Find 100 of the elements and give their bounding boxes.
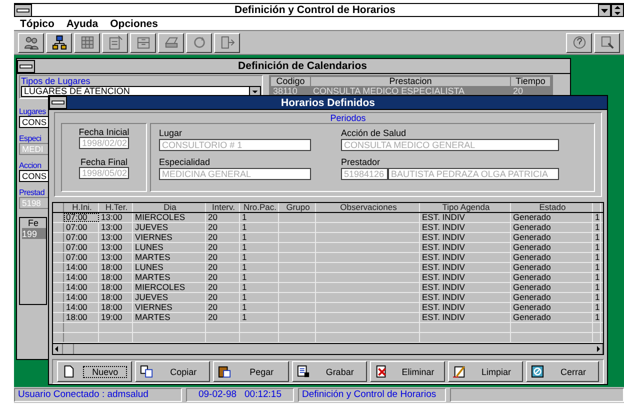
table-cell: 14:00 [64,273,99,282]
table-cell: 18:00 [99,263,133,272]
toolbar-button[interactable] [158,32,184,52]
system-menu-icon[interactable] [14,4,32,16]
table-cell: EST. INDIV [420,263,511,272]
refresh-icon [192,35,206,50]
field-label: Accion [19,161,42,170]
pencil-icon [453,365,466,378]
table-cell: Generado [511,263,593,272]
table-cell: EST. INDIV [420,293,511,302]
action-button[interactable]: Copiar [135,361,210,382]
table-cell: 19:00 [99,313,133,322]
action-button[interactable]: Grabar [292,361,367,382]
toolbar-button[interactable] [46,32,72,52]
table-cell: EST. INDIV [420,273,511,282]
document-icon [108,35,122,50]
table-cell: 20 [206,283,240,292]
window-title: Definición de Calendarios [237,60,368,72]
column-header: Dia [133,203,206,212]
action-button[interactable]: Eliminar [370,361,446,382]
table-cell: 1 [593,303,601,312]
column-header: Grupo [279,203,316,212]
action-button[interactable]: Nuevo [57,361,132,382]
status-text: Definición y Control de Horarios [298,388,446,402]
table-cell: 07:00 [64,253,99,262]
table-cell: Generado [511,303,593,312]
field-label: Fecha Final [80,157,128,167]
copy-icon [140,365,154,378]
group-label: Periodos [330,113,366,123]
network-icon [52,35,66,50]
toolbar-button[interactable] [18,32,44,52]
table-cell: LUNES [133,243,206,252]
toolbar-button[interactable] [130,32,156,52]
table-cell: EST. INDIV [420,303,511,312]
table-cell: 199 [22,229,46,239]
restore-icon[interactable] [611,4,624,16]
table-cell: 13:00 [99,223,133,232]
table-cell: EST. INDIV [420,253,511,262]
table-cell: 18:00 [64,313,99,322]
action-button[interactable]: Limpiar [448,361,524,382]
field-label: Tipos de Lugares [21,77,92,86]
field-label: Acción de Salud [341,128,408,138]
toolbar-button[interactable] [214,32,240,52]
table-cell: JUEVES [133,223,206,232]
table-cell: EST. INDIV [420,243,511,252]
document-icon [62,365,75,378]
table-cell: 18:00 [99,293,133,302]
table-cell: MIERCOLES [133,283,206,292]
horizontal-scrollbar[interactable] [53,343,603,354]
printer-icon [164,35,178,50]
table-cell: MIERCOLES [133,213,206,222]
table-cell: Generado [511,293,593,302]
toolbar-button[interactable] [102,32,128,52]
tool-icon [600,35,614,50]
table-cell: 1 [240,283,279,292]
table-cell: 14:00 [64,283,99,292]
table-cell: Generado [511,243,593,252]
field-label: Especi [19,134,42,143]
window-title: Horarios Definidos [281,96,376,108]
toolbar-button[interactable] [74,32,100,52]
table-cell: 18:00 [99,303,133,312]
exit-icon [220,35,234,50]
action-button[interactable]: Pegar [213,361,289,382]
action-button[interactable]: Cerrar [526,361,599,382]
help-icon [572,35,586,50]
grid-icon [80,35,94,50]
table-cell: 07:00 [64,213,99,222]
menu-item[interactable]: Ayuda [66,18,98,30]
toolbar-button[interactable] [186,32,212,52]
table-cell: LUNES [133,263,206,272]
toolbar-button[interactable] [594,32,620,52]
table-cell: 20 [206,313,240,322]
column-header: Interv. [206,203,240,212]
system-menu-icon[interactable] [49,96,67,109]
table-cell: EST. INDIV [420,313,511,322]
table-cell: 1 [240,313,279,322]
table-cell: MARTES [133,253,206,262]
table-cell: 07:00 [64,233,99,242]
table-cell: 1 [593,293,601,302]
table-cell: 07:00 [64,243,99,252]
table-cell: 1 [240,263,279,272]
toolbar-button[interactable] [566,32,592,52]
menu-item[interactable]: Tópico [20,18,54,30]
clipboard-icon [218,365,232,378]
table-cell: Generado [511,213,593,222]
scroll-left-icon[interactable] [53,344,63,354]
table-cell: 1 [240,253,279,262]
table-cell: 20 [206,233,240,242]
table-cell: 13:00 [99,243,133,252]
table-cell: 18:00 [99,283,133,292]
table-cell: 1 [240,223,279,232]
table-cell: 20 [206,243,240,252]
table-cell: 1 [240,303,279,312]
menu-item[interactable]: Opciones [110,18,158,30]
table-cell: EST. INDIV [420,213,511,222]
table-cell: 1 [593,263,601,272]
minimize-icon[interactable] [598,4,611,16]
field-label: Especialidad [159,157,212,167]
column-header: Tipo Agenda [420,203,511,212]
system-menu-icon[interactable] [17,60,35,72]
